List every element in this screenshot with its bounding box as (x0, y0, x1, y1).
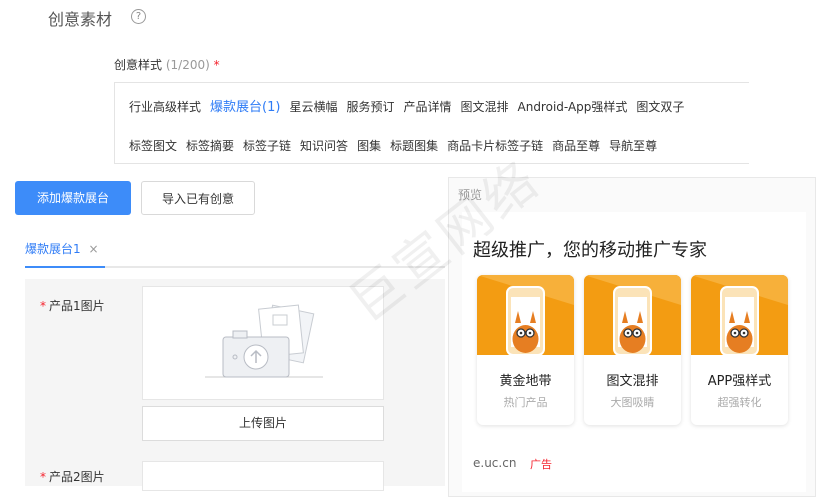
product2-image-label: * 产品2图片 (40, 468, 105, 485)
mascot-phone-icon (477, 275, 574, 356)
camera-upload-icon (205, 304, 323, 378)
style-option[interactable]: 图文双子 (636, 100, 684, 114)
card-subtitle: 超强转化 (717, 396, 762, 409)
style-option[interactable]: 星云横幅 (289, 100, 337, 114)
product1-image-label: * 产品1图片 (40, 297, 105, 314)
preview-headline: 超级推广，您的移动推广专家 (473, 240, 707, 261)
style-option[interactable]: 导航至尊 (609, 139, 657, 153)
product-card-image (477, 275, 574, 356)
style-option[interactable]: 知识问答 (300, 139, 348, 153)
ad-tag: 广告 (530, 458, 552, 471)
tab-active-underline (25, 266, 105, 268)
required-mark: * (40, 299, 46, 313)
style-field-label: 创意样式 (1/200) * (114, 56, 220, 73)
product1-label-text: 产品1图片 (49, 299, 105, 313)
style-row-2: 标签图文 标签摘要 标签子链 知识问答 图集 标题图集 商品卡片标签子链 商品至尊 导航至尊 (129, 137, 666, 154)
product-card-image (584, 275, 681, 356)
help-icon[interactable]: ? (131, 9, 146, 24)
mascot-phone-icon (584, 275, 681, 356)
style-option[interactable]: 爆款展台(1) (210, 100, 280, 115)
style-label-text: 创意样式 (114, 58, 163, 72)
product-card: 黄金地带 热门产品 (477, 275, 574, 425)
upload-image-button[interactable]: 上传图片 (142, 406, 384, 441)
upload-dropzone-1[interactable] (142, 286, 384, 400)
page-title: 创意素材 (48, 10, 113, 29)
style-option[interactable]: 商品至尊 (552, 139, 600, 153)
import-creative-button[interactable]: 导入已有创意 (141, 181, 255, 215)
style-option[interactable]: 服务预订 (346, 100, 394, 114)
style-options-box: 行业高级样式 爆款展台(1) 星云横幅 服务预订 产品详情 图文混排 Android-App… (114, 82, 749, 164)
style-option[interactable]: 行业高级样式 (129, 100, 201, 114)
add-showcase-button[interactable]: 添加爆款展台 (15, 181, 131, 215)
card-title: 图文混排 (606, 374, 659, 389)
style-option[interactable]: 标签子链 (243, 139, 291, 153)
card-subtitle: 热门产品 (503, 396, 548, 409)
style-option[interactable]: 标题图集 (390, 139, 438, 153)
style-option[interactable]: Android-App强样式 (518, 100, 628, 114)
style-option[interactable]: 图集 (357, 139, 381, 153)
ad-domain: e.uc.cn (473, 456, 517, 470)
style-option[interactable]: 产品详情 (403, 100, 451, 114)
style-row-1: 行业高级样式 爆款展台(1) 星云横幅 服务预订 产品详情 图文混排 Android-App… (129, 96, 693, 115)
card-subtitle: 大图吸睛 (610, 396, 655, 409)
product2-label-text: 产品2图片 (49, 470, 105, 484)
product-card: APP强样式 超强转化 (691, 275, 788, 425)
tab-close-icon[interactable]: × (88, 242, 98, 256)
mascot-phone-icon (691, 275, 788, 356)
style-option[interactable]: 标签摘要 (186, 139, 234, 153)
required-mark: * (213, 58, 220, 72)
style-option[interactable]: 标签图文 (129, 139, 177, 153)
product-card-image (691, 275, 788, 356)
style-count: (1/200) (165, 58, 210, 72)
card-title: 黄金地带 (499, 374, 552, 389)
tab-label: 爆款展台1 (25, 242, 81, 256)
required-mark: * (40, 470, 46, 484)
upload-dropzone-2[interactable] (142, 461, 384, 491)
tab-showcase-1[interactable]: 爆款展台1 × (25, 240, 99, 257)
card-title: APP强样式 (707, 374, 772, 389)
style-option[interactable]: 图文混排 (460, 100, 508, 114)
product-card: 图文混排 大图吸睛 (584, 275, 681, 425)
